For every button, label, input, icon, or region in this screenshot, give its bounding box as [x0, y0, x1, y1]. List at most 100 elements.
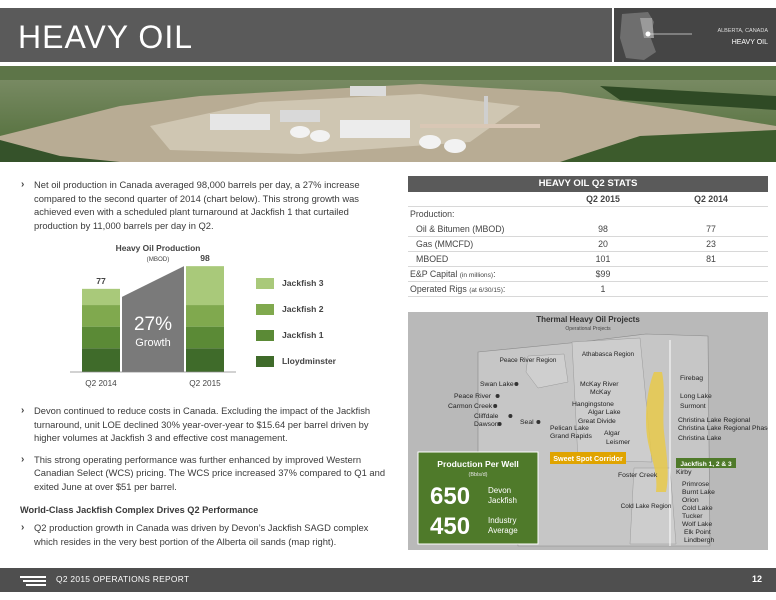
- ppw-devon-value: 650: [430, 483, 470, 510]
- stats-capital-row: E&P Capital (in millions): $99: [408, 267, 768, 282]
- map-project-label: Kirby: [676, 469, 692, 476]
- stats-rigs-label: Operated Rigs (at 6/30/15):: [410, 284, 506, 294]
- ppw-industry-label-b: Average: [488, 526, 518, 535]
- bar-segment-jackfish-1: [82, 326, 120, 349]
- stats-row-value-q2-2014: 77: [706, 224, 716, 234]
- map-region-label: Cold Lake Region: [621, 503, 672, 510]
- map-project-label: Carmon Creek: [448, 403, 493, 410]
- map-project-label: Algar: [604, 430, 621, 437]
- stats-table-title: HEAVY OIL Q2 STATS: [408, 176, 768, 192]
- map-project-label: Cold Lake: [682, 505, 713, 512]
- bullet-arrow-icon: ›: [21, 522, 25, 534]
- legend-swatch-jackfish1: [256, 330, 274, 341]
- stats-row-label: Oil & Bitumen (MBOD): [416, 224, 505, 234]
- map-project-label: Christina Lake Regional Phase 3: [678, 425, 768, 432]
- bar-segment-jackfish-2: [186, 305, 224, 327]
- map-project-label: Primrose: [682, 481, 709, 488]
- stats-row-value-q2-2014: 23: [706, 239, 716, 249]
- stats-rigs-row: Operated Rigs (at 6/30/15): 1: [408, 282, 768, 297]
- jackfish-label: Jackfish 1, 2 & 3: [676, 458, 736, 468]
- intro-bullets: › Net oil production in Canada averaged …: [20, 178, 390, 232]
- stats-capital-value: $99: [595, 269, 611, 279]
- legend-label-lloydminster: Lloydminster: [282, 356, 336, 366]
- map-project-label: Seal: [520, 419, 534, 426]
- map-project-label: Orion: [682, 497, 699, 504]
- stats-rigs-value: 1: [600, 284, 606, 294]
- map-project-label: Swan Lake: [480, 381, 514, 388]
- section-heading: World-Class Jackfish Complex Drives Q2 P…: [20, 504, 259, 515]
- map-subtitle: Operational Projects: [565, 326, 611, 332]
- map-project-label: Burnt Lake: [682, 489, 715, 496]
- map-project-label: Firebag: [680, 375, 703, 382]
- bullet-jackfish-text: Q2 production growth in Canada was drive…: [34, 522, 369, 547]
- alberta-map-thumbnail-graphic: [614, 8, 776, 62]
- map-title: Thermal Heavy Oil Projects: [536, 315, 640, 324]
- x-tick-label: Q2 2014: [85, 379, 117, 388]
- legend-swatch-lloydminster: [256, 356, 274, 367]
- bullet-pricing-text: This strong operating performance was fu…: [34, 453, 386, 492]
- growth-sub-label: Growth: [135, 337, 170, 349]
- bar-segment-jackfish-2: [82, 305, 120, 327]
- project-marker: [497, 422, 502, 426]
- stats-column-headers: Q2 2015 Q2 2014: [408, 192, 768, 207]
- table-row: Gas (MMCFD) 20 23: [408, 237, 768, 252]
- project-marker: [536, 420, 541, 424]
- bullet-jackfish: › Q2 production growth in Canada was dri…: [20, 521, 390, 548]
- project-marker: [508, 414, 513, 418]
- stats-row-value-q2-2015: 101: [595, 254, 611, 264]
- map-region-label: Peace River Region: [500, 357, 557, 364]
- project-marker: [493, 404, 498, 408]
- bullet-production-text: Net oil production in Canada averaged 98…: [34, 179, 360, 231]
- map-project-label: Leismer: [606, 439, 631, 446]
- map-project-label: McKay River: [580, 381, 619, 388]
- thermal-projects-map: Thermal Heavy Oil Projects Operational P…: [408, 312, 768, 550]
- page-header: HEAVY OIL: [0, 8, 612, 62]
- sweet-spot-corridor-label: Sweet Spot Corridor: [550, 452, 626, 464]
- devon-logo-icon: [20, 576, 46, 586]
- ppw-unit: (Bbls/d): [469, 472, 488, 478]
- heavy-oil-production-chart: Heavy Oil Production (MBOD) 77 Q2 2014 98 Q…: [40, 238, 400, 398]
- legend-swatch-jackfish3: [256, 278, 274, 289]
- bar-total-label: 77: [96, 276, 106, 286]
- facility-aerial-photo: [0, 66, 776, 162]
- stats-col1-header: Q2 2015: [586, 194, 620, 204]
- bullet-production: › Net oil production in Canada averaged …: [20, 178, 390, 232]
- ppw-industry-value: 450: [430, 513, 470, 540]
- bar-total-label: 98: [200, 253, 210, 263]
- table-row: MBOED 101 81: [408, 252, 768, 267]
- project-marker: [514, 382, 519, 386]
- bullet-arrow-icon: ›: [21, 453, 25, 465]
- bar-segment-jackfish-3: [82, 288, 120, 306]
- stats-row-value-q2-2015: 98: [598, 224, 608, 234]
- ppw-title: Production Per Well: [437, 459, 519, 469]
- map-project-label: Hangingstone: [572, 401, 614, 408]
- map-project-label: Long Lake: [680, 393, 712, 400]
- page-title: HEAVY OIL: [18, 19, 193, 55]
- map-project-label: Foster Creek: [618, 472, 658, 479]
- legend-label-jackfish3: Jackfish 3: [282, 278, 324, 288]
- production-per-well-panel: Production Per Well (Bbls/d) 650 Devon J…: [417, 451, 539, 545]
- location-map-thumbnail: ALBERTA, CANADA HEAVY OIL: [614, 8, 776, 62]
- legend-label-jackfish1: Jackfish 1: [282, 330, 324, 340]
- jackfish-label-text: Jackfish 1, 2 & 3: [680, 461, 732, 468]
- bullet-costs-text: Devon continued to reduce costs in Canad…: [34, 405, 371, 444]
- stats-capital-label: E&P Capital (in millions):: [410, 269, 496, 279]
- thermal-projects-map-graphic: Thermal Heavy Oil Projects Operational P…: [408, 312, 768, 550]
- bar-segment-jackfish-1: [186, 326, 224, 349]
- bullet-pricing: › This strong operating performance was …: [20, 453, 390, 494]
- map-project-label: Wolf Lake: [682, 521, 712, 528]
- map-thumb-label: HEAVY OIL: [731, 39, 768, 46]
- map-thumb-region: ALBERTA, CANADA: [717, 28, 768, 34]
- sweet-spot-corridor-text: Sweet Spot Corridor: [553, 454, 623, 463]
- map-project-label: Great Divide: [578, 418, 616, 425]
- ppw-industry-label-a: Industry: [488, 516, 516, 525]
- map-project-label: Grand Rapids: [550, 433, 593, 440]
- map-project-label: Peace River: [454, 393, 492, 400]
- stats-row-value-q2-2015: 20: [598, 239, 608, 249]
- stats-production-row: Production:: [408, 207, 768, 222]
- page-number: 12: [751, 574, 762, 584]
- bullet-arrow-icon: ›: [21, 179, 25, 190]
- map-project-label: Lindbergh: [684, 537, 714, 544]
- legend-label-jackfish2: Jackfish 2: [282, 304, 324, 314]
- bar-segment-jackfish-3: [186, 266, 224, 306]
